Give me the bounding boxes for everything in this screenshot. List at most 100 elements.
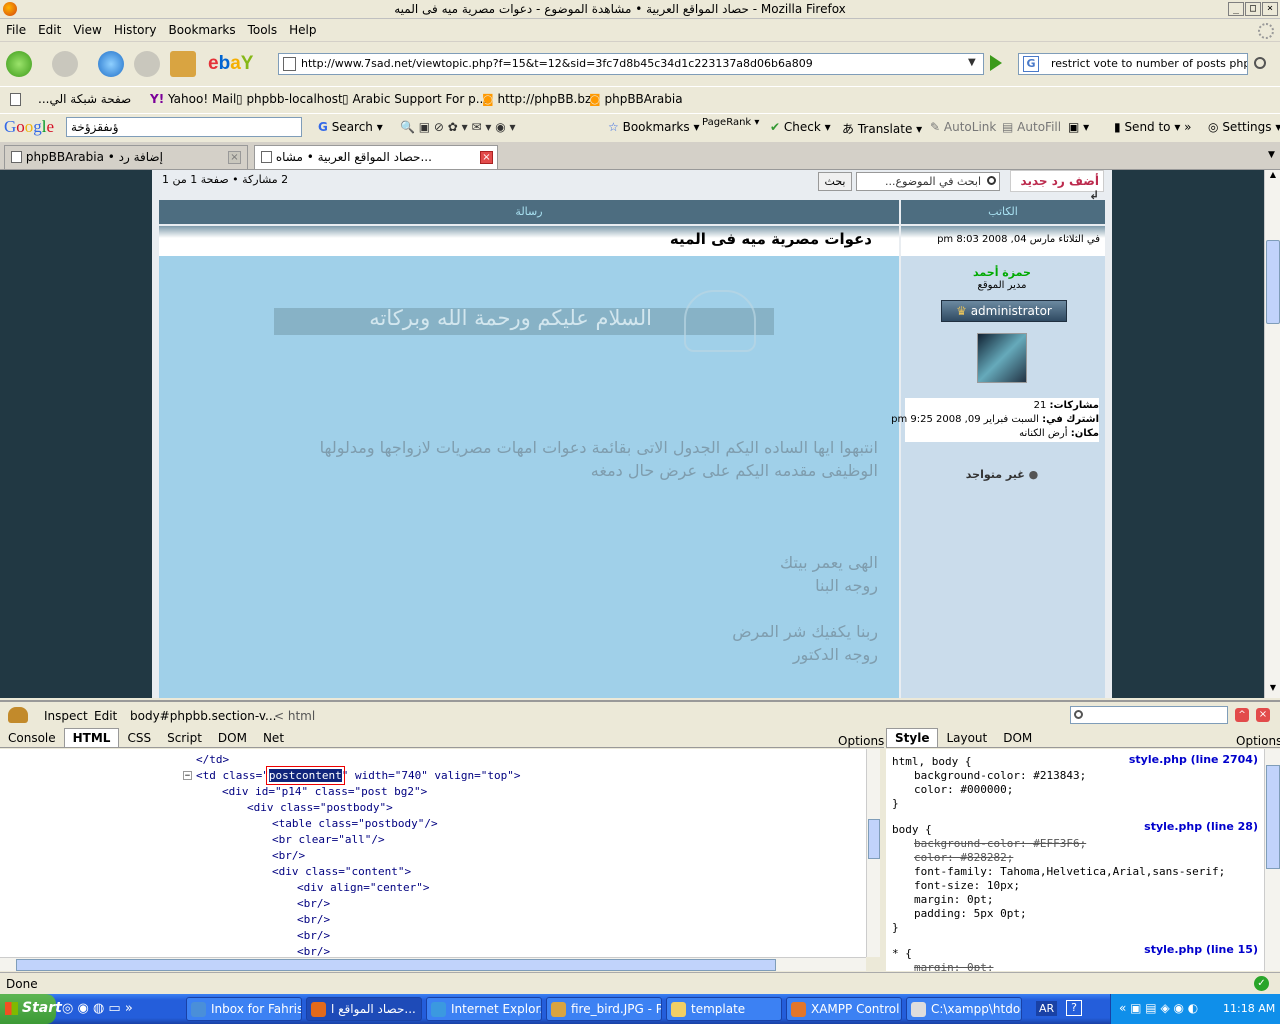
tab-layout[interactable]: Layout xyxy=(938,729,995,747)
css-prop-overridden[interactable]: background-color: #EFF3F6; xyxy=(914,837,1086,850)
menu-history[interactable]: History xyxy=(108,20,163,40)
tab-side-dom[interactable]: DOM xyxy=(995,729,1040,747)
task-firefox[interactable]: حصاد المواقع ا... xyxy=(306,997,422,1021)
clock[interactable]: 11:18 AM xyxy=(1223,1002,1275,1015)
tab-style[interactable]: Style xyxy=(886,728,939,747)
google-search-engine-icon[interactable]: G xyxy=(1023,56,1039,72)
search-input[interactable]: G restrict vote to number of posts phpbb xyxy=(1018,53,1248,75)
sendto-button[interactable]: ▮ Send to ▾ » xyxy=(1114,120,1192,134)
menu-help[interactable]: Help xyxy=(283,20,322,40)
language-indicator[interactable]: AR xyxy=(1036,1001,1058,1016)
google-search-button[interactable]: G Search ▾ xyxy=(318,120,383,134)
task-paint[interactable]: fire_bird.JPG - P... xyxy=(546,997,662,1021)
quicklaunch-icons[interactable]: ◎ ◉ ◍ ▭ » xyxy=(62,1001,133,1016)
css-prop-overridden[interactable]: color: #828282; xyxy=(914,851,1013,864)
html-line[interactable]: <div class="content"> xyxy=(272,865,411,878)
bookmark-phpbbarabia[interactable]: ◙ phpBBArabia xyxy=(589,92,683,106)
forward-icon[interactable] xyxy=(52,51,78,77)
html-line-td[interactable]: <td class="postcontent" width="740" vali… xyxy=(196,766,521,785)
menu-edit[interactable]: Edit xyxy=(32,20,67,40)
breadcrumb-html[interactable]: < html xyxy=(274,709,315,723)
html-line[interactable]: <br clear="all"/> xyxy=(272,833,385,846)
css-prop[interactable]: color: #000000; xyxy=(914,783,1013,796)
html-line[interactable]: <br/> xyxy=(297,913,330,926)
topic-search-input[interactable]: ابحث في الموضوع... xyxy=(856,172,1000,191)
task-xampp[interactable]: XAMPP Control ... xyxy=(786,997,902,1021)
css-prop[interactable]: background-color: #213843; xyxy=(914,769,1086,782)
tab-phpbbarabia-reply[interactable]: phpBBArabia • إضافة رد × xyxy=(4,145,248,169)
tab-list-icon[interactable]: ▼ xyxy=(1268,150,1275,160)
tab-console[interactable]: Console xyxy=(0,729,64,747)
css-source-link[interactable]: style.php (line 28) xyxy=(1144,820,1258,833)
tab-dom[interactable]: DOM xyxy=(210,729,255,747)
breadcrumb-body[interactable]: body#phpbb.section-v... xyxy=(130,709,276,723)
page-vertical-scrollbar[interactable]: ▲ ▼ xyxy=(1264,170,1280,698)
ebay-icon[interactable]: ebaY xyxy=(208,53,253,75)
html-line[interactable]: <div align="center"> xyxy=(297,881,429,894)
firebug-search-input[interactable] xyxy=(1070,706,1228,724)
css-panel-vscroll[interactable] xyxy=(1264,749,1280,971)
task-template-folder[interactable]: template xyxy=(666,997,782,1021)
go-icon[interactable] xyxy=(990,55,1002,71)
css-source-link[interactable]: style.php (line 2704) xyxy=(1129,753,1258,766)
html-line[interactable]: <br/> xyxy=(297,897,330,910)
toolbar-tools-icon[interactable]: 🔍 ▣ ⊘ ✿ ▾ ✉ ▾ ◉ ▾ xyxy=(400,120,516,134)
start-button[interactable]: Start xyxy=(0,994,62,1024)
scroll-up-icon[interactable]: ▲ xyxy=(1266,170,1280,184)
edit-button[interactable]: Edit xyxy=(94,709,117,723)
translate-button[interactable]: あ Translate ▾ xyxy=(842,120,922,137)
bookmarks-button[interactable]: ☆ Bookmarks ▾ xyxy=(608,120,699,134)
collapse-toggle-icon[interactable]: − xyxy=(183,771,192,781)
scroll-down-icon[interactable]: ▼ xyxy=(1266,683,1280,697)
css-prop[interactable]: font-size: 10px; xyxy=(914,879,1020,892)
task-inbox[interactable]: Inbox for Fahris... xyxy=(186,997,302,1021)
tab-net[interactable]: Net xyxy=(255,729,292,747)
scroll-thumb[interactable] xyxy=(16,959,776,971)
bookmark-arabic-network[interactable]: ...صفحة شبكة الي xyxy=(38,92,131,106)
settings-button[interactable]: ◎ Settings ▾ xyxy=(1208,120,1280,134)
menu-view[interactable]: View xyxy=(67,20,107,40)
html-tree-panel[interactable]: </td> − <td class="postcontent" width="7… xyxy=(0,749,866,957)
tab-close-icon[interactable]: × xyxy=(228,151,241,164)
autolink-button[interactable]: ✎ AutoLink xyxy=(930,120,996,134)
author-name[interactable]: حمزة أحمد xyxy=(904,266,1100,279)
post-reply-button[interactable]: أضف رد جديد ↲ xyxy=(1010,170,1104,202)
tray-icons[interactable]: « ▣ ▤ ◈ ◉ ◐ xyxy=(1119,1001,1198,1015)
tab-close-icon[interactable]: × xyxy=(480,151,493,164)
html-panel-vscroll[interactable] xyxy=(866,749,880,957)
scroll-thumb[interactable] xyxy=(1266,240,1280,324)
topic-search-button[interactable]: بحث xyxy=(818,172,852,191)
folder-up-icon[interactable]: ▣ ▾ xyxy=(1068,120,1089,134)
tab-css[interactable]: CSS xyxy=(119,729,159,747)
html-line[interactable]: <div id="p14" class="post bg2"> xyxy=(222,785,427,798)
tab-html[interactable]: HTML xyxy=(63,728,120,747)
css-source-link[interactable]: style.php (line 15) xyxy=(1144,943,1258,956)
spellcheck-button[interactable]: ✔ Check ▾ xyxy=(770,120,831,134)
html-line[interactable]: <br/> xyxy=(297,945,330,957)
url-bar[interactable]: http://www.7sad.net/viewtopic.php?f=15&t… xyxy=(278,53,984,75)
autofill-button[interactable]: ▤ AutoFill xyxy=(1002,120,1061,134)
reload-icon[interactable] xyxy=(98,51,124,77)
css-prop[interactable]: margin: 0pt; xyxy=(914,893,993,906)
css-rules-panel[interactable]: html, body { style.php (line 2704) backg… xyxy=(886,749,1264,971)
close-button[interactable]: × xyxy=(1262,2,1278,16)
help-icon[interactable]: ? xyxy=(1066,1000,1082,1016)
status-ok-icon[interactable]: ✓ xyxy=(1254,976,1269,991)
tab-script[interactable]: Script xyxy=(159,729,210,747)
html-panel-hscroll[interactable] xyxy=(0,957,866,971)
css-prop[interactable]: padding: 5px 0pt; xyxy=(914,907,1027,920)
google-query-input[interactable]: ؤىفقزؤخة xyxy=(66,117,302,137)
html-line[interactable]: <table class="postbody"/> xyxy=(272,817,438,830)
menu-bookmarks[interactable]: Bookmarks xyxy=(163,20,242,40)
url-dropdown-icon[interactable]: ▼ xyxy=(968,57,976,68)
maximize-button[interactable]: □ xyxy=(1245,2,1261,16)
firebug-close-icon[interactable]: × xyxy=(1256,708,1270,722)
html-line[interactable]: <br/> xyxy=(297,929,330,942)
bookmark-yahoo-mail[interactable]: Y! Yahoo! Mail xyxy=(150,92,236,106)
inspect-button[interactable]: Inspect xyxy=(44,709,88,723)
html-line[interactable]: <div class="postbody"> xyxy=(247,801,393,814)
pagerank-indicator[interactable]: PageRank ▾ xyxy=(702,117,759,128)
search-magnifier-icon[interactable] xyxy=(1254,57,1266,69)
stop-icon[interactable] xyxy=(134,51,160,77)
google-logo-icon[interactable]: Google xyxy=(4,117,54,137)
